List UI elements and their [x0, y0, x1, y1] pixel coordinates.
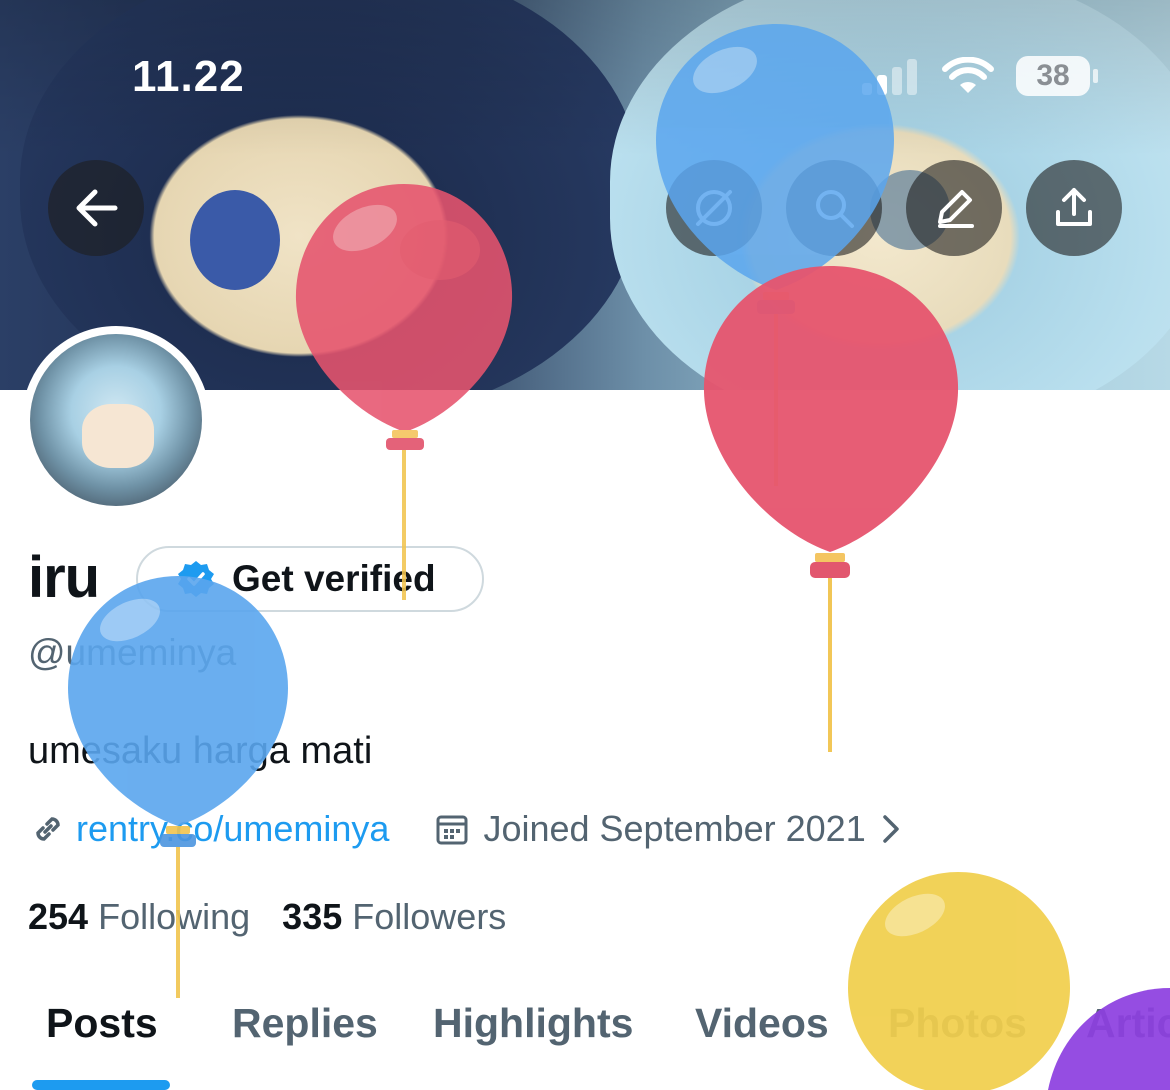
- followers-stat[interactable]: 335 Followers: [282, 896, 506, 938]
- profile-name: iru: [28, 545, 100, 610]
- followers-count: 335: [282, 896, 343, 937]
- avatar-image: [30, 334, 202, 506]
- joined-date[interactable]: Joined September 2021: [435, 808, 901, 850]
- profile-stats: 254 Following 335 Followers: [28, 896, 506, 938]
- tab-replies[interactable]: Replies: [232, 1000, 378, 1047]
- status-time: 11.22: [132, 52, 245, 101]
- profile-meta: rentry.co/umeminya Joined September 2021: [30, 808, 902, 850]
- tab-articles[interactable]: Artic: [1086, 1000, 1170, 1047]
- get-verified-label: Get verified: [232, 558, 436, 599]
- following-label: Following: [98, 896, 251, 937]
- grok-button[interactable]: [666, 160, 762, 256]
- tab-videos[interactable]: Videos: [695, 1000, 829, 1047]
- tab-posts[interactable]: Posts: [46, 1000, 158, 1047]
- balloon-yellow: [848, 872, 1070, 1090]
- joined-label: Joined September 2021: [483, 808, 866, 849]
- link-icon: [36, 817, 60, 841]
- following-count: 254: [28, 896, 89, 937]
- grok-icon: [696, 190, 732, 226]
- following-stat[interactable]: 254 Following: [28, 896, 250, 938]
- profile-link[interactable]: rentry.co/umeminya: [76, 808, 389, 850]
- back-arrow-icon: [76, 189, 118, 227]
- profile-handle: @umeminya: [28, 632, 237, 673]
- share-button[interactable]: [1026, 160, 1122, 256]
- share-icon: [1056, 188, 1092, 226]
- search-icon: [816, 190, 854, 228]
- profile-avatar[interactable]: [22, 326, 210, 514]
- pencil-icon: [938, 190, 974, 228]
- status-icons: 38: [862, 56, 1098, 96]
- wifi-icon: [942, 57, 994, 93]
- tab-highlights[interactable]: Highlights: [433, 1000, 633, 1047]
- verified-badge-icon: [178, 561, 214, 597]
- followers-label: Followers: [352, 896, 507, 937]
- chevron-right-icon: [882, 815, 899, 843]
- battery-indicator: 38: [1016, 56, 1098, 96]
- search-button[interactable]: [786, 160, 882, 256]
- avatar-face: [82, 404, 154, 468]
- get-verified-button[interactable]: Get verified: [136, 546, 484, 612]
- profile-bio: umesaku harga mati: [28, 730, 373, 772]
- signal-icon: [862, 59, 917, 95]
- back-button[interactable]: [48, 160, 144, 256]
- tab-photos[interactable]: Photos: [888, 1000, 1027, 1047]
- active-tab-indicator: [32, 1080, 170, 1090]
- edit-button[interactable]: [906, 160, 1002, 256]
- calendar-icon: [436, 815, 468, 845]
